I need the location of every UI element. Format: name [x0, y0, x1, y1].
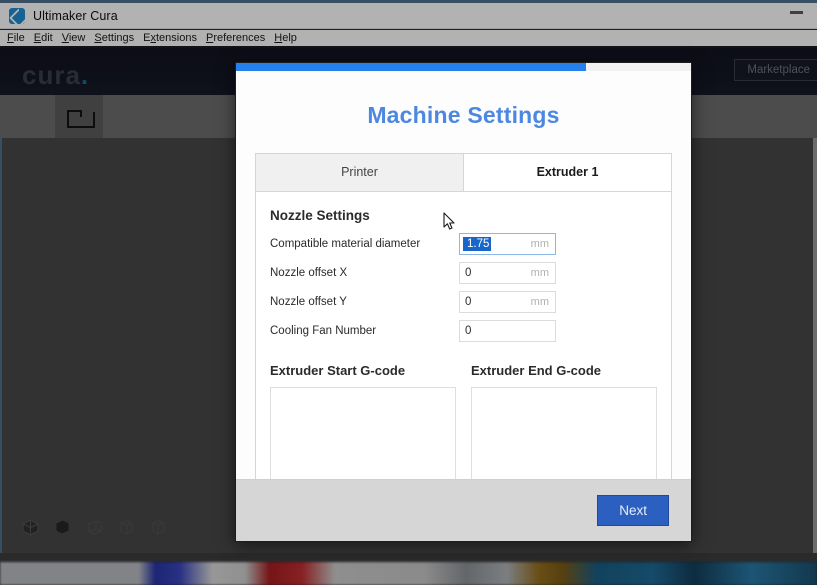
nozzle-offset-x-input[interactable]: 0 mm — [459, 262, 556, 284]
tab-extruder-1[interactable]: Extruder 1 — [464, 153, 672, 192]
gcode-headings: Extruder Start G-code Extruder End G-cod… — [270, 363, 657, 378]
extruder-end-gcode-label: Extruder End G-code — [471, 363, 602, 378]
field-row-nozzle-offset-y: Nozzle offset Y 0 mm — [270, 291, 657, 313]
mouse-cursor — [443, 212, 456, 231]
cooling-fan-number-label: Cooling Fan Number — [270, 325, 377, 337]
cooling-fan-number-input[interactable]: 0 — [459, 320, 556, 342]
extruder-end-gcode-textarea[interactable] — [471, 387, 657, 479]
field-row-compatible-material-diameter: Compatible material diameter 1.75 mm — [270, 233, 657, 255]
compatible-material-diameter-input[interactable]: 1.75 mm — [459, 233, 556, 255]
dialog-footer: Next — [236, 479, 691, 541]
tab-printer[interactable]: Printer — [255, 153, 464, 192]
nozzle-offset-y-value: 0 — [465, 296, 472, 308]
dialog-tabs: Printer Extruder 1 — [255, 153, 672, 192]
dialog-body: Machine Settings Printer Extruder 1 Nozz… — [236, 71, 691, 479]
field-row-cooling-fan-number: Cooling Fan Number 0 — [270, 320, 657, 342]
nozzle-offset-y-input[interactable]: 0 mm — [459, 291, 556, 313]
extruder-start-gcode-textarea[interactable] — [270, 387, 456, 479]
field-row-nozzle-offset-x: Nozzle offset X 0 mm — [270, 262, 657, 284]
compatible-material-diameter-label: Compatible material diameter — [270, 238, 421, 250]
nozzle-settings-heading: Nozzle Settings — [270, 208, 370, 223]
machine-settings-dialog: Machine Settings Printer Extruder 1 Nozz… — [235, 62, 692, 542]
next-button[interactable]: Next — [597, 495, 669, 526]
gcode-text-areas — [270, 387, 657, 479]
nozzle-offset-x-unit: mm — [530, 267, 549, 279]
screen: Ultimaker Cura File Edit View Settings E… — [0, 0, 817, 585]
compatible-material-diameter-value: 1.75 — [463, 237, 492, 251]
nozzle-offset-x-value: 0 — [465, 267, 472, 279]
cooling-fan-number-value: 0 — [465, 325, 472, 337]
extruder-start-gcode-label: Extruder Start G-code — [270, 363, 406, 378]
nozzle-offset-y-unit: mm — [530, 296, 549, 308]
nozzle-offset-y-label: Nozzle offset Y — [270, 296, 347, 308]
compatible-material-diameter-unit: mm — [530, 238, 549, 250]
wizard-progress-fill — [236, 63, 587, 71]
dialog-title: Machine Settings — [367, 102, 560, 128]
wizard-progress-bar — [236, 63, 691, 71]
nozzle-offset-x-label: Nozzle offset X — [270, 267, 348, 279]
extruder-settings-panel: Nozzle Settings Compatible material diam… — [255, 192, 672, 479]
